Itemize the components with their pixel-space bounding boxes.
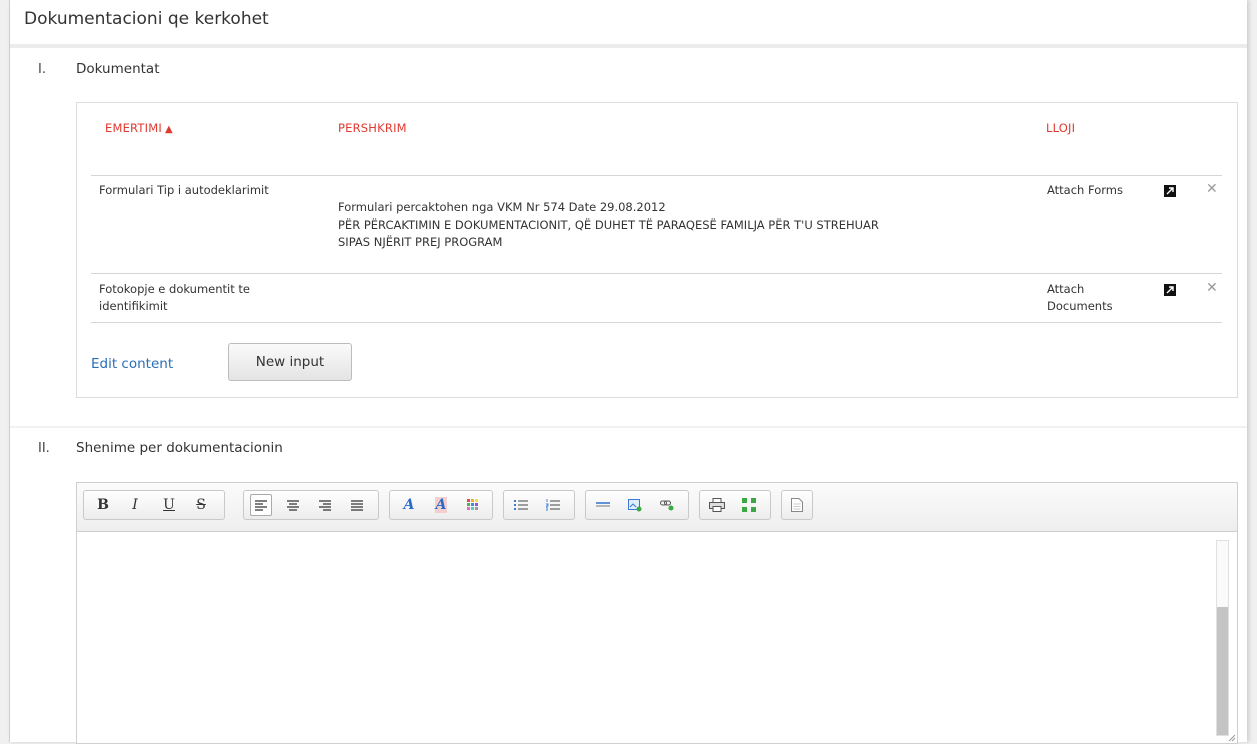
editor-scrollbar-thumb[interactable] (1217, 607, 1228, 735)
bold-icon[interactable]: B (92, 494, 114, 516)
editor-scrollbar[interactable] (1216, 540, 1229, 736)
horizontal-rule-icon[interactable] (592, 494, 614, 516)
section-2-title: Shenime per dokumentacionin (76, 440, 283, 456)
row-1-description: Formulari percaktohen nga VKM Nr 574 Dat… (338, 199, 1028, 252)
italic-icon[interactable]: I (124, 494, 146, 516)
section-1-number: I. (38, 62, 46, 77)
header-description[interactable]: PERSHKRIM (338, 121, 407, 135)
documentation-panel: Dokumentacioni qe kerkohet I. Dokumentat… (9, 0, 1247, 744)
toolbar-group-align (243, 490, 379, 520)
header-name[interactable]: EMERTIMI ▲ (105, 121, 173, 135)
row-1-description-line-2: PËR PËRCAKTIMIN E DOKUMENTACIONIT, QË DU… (338, 217, 879, 232)
editor-toolbar: B I U S A A (77, 483, 1237, 532)
toolbar-group-format: B I U S (83, 490, 225, 520)
align-left-icon[interactable] (250, 494, 272, 516)
fullscreen-icon[interactable] (738, 494, 760, 516)
section-1-title: Dokumentat (76, 61, 160, 77)
open-external-icon[interactable] (1164, 185, 1176, 197)
align-right-icon[interactable] (314, 494, 336, 516)
numbered-list-icon[interactable] (542, 494, 564, 516)
strikethrough-icon[interactable]: S (190, 494, 212, 516)
insert-image-icon[interactable] (624, 494, 646, 516)
font-color-icon[interactable]: A (398, 494, 420, 516)
row-1-type: Attach Forms (1047, 183, 1123, 197)
header-name-label: EMERTIMI (105, 121, 162, 135)
row-divider (91, 322, 1222, 323)
row-divider (91, 175, 1222, 176)
resize-handle-icon[interactable] (1228, 734, 1236, 742)
row-2-name-line-1: Fotokopje e dokumentit te (99, 282, 250, 296)
insert-link-icon[interactable] (656, 494, 678, 516)
row-2-type-line-2: Documents (1047, 299, 1113, 313)
toolbar-group-insert (585, 490, 689, 520)
new-input-button[interactable]: New input (228, 343, 352, 381)
bullet-list-icon[interactable] (510, 494, 532, 516)
toolbar-group-lists (503, 490, 575, 520)
delete-icon[interactable]: ✕ (1206, 182, 1218, 196)
row-divider (91, 273, 1222, 274)
source-document-icon[interactable] (786, 494, 808, 516)
row-1-description-line-1: Formulari percaktohen nga VKM Nr 574 Dat… (338, 200, 666, 214)
row-2-type: Attach Documents (1047, 281, 1113, 315)
delete-icon[interactable]: ✕ (1206, 281, 1218, 295)
header-type[interactable]: LLOJI (1046, 121, 1075, 135)
toolbar-group-tools (699, 490, 771, 520)
rich-text-editor: B I U S A A (76, 482, 1238, 744)
print-icon[interactable] (706, 494, 728, 516)
title-divider (10, 44, 1247, 48)
sort-ascending-icon: ▲ (164, 124, 173, 135)
row-2-name: Fotokopje e dokumentit te identifikimit (99, 281, 250, 315)
editor-content-area[interactable] (77, 532, 1237, 743)
page-title: Dokumentacioni qe kerkohet (24, 9, 269, 29)
section-divider (10, 426, 1247, 428)
toolbar-group-source (781, 490, 813, 520)
section-2-number: II. (38, 441, 50, 456)
align-center-icon[interactable] (282, 494, 304, 516)
row-2-name-line-2: identifikimit (99, 299, 168, 313)
open-external-icon[interactable] (1164, 284, 1176, 296)
row-1-description-line-3: SIPAS NJËRIT PREJ PROGRAM (338, 235, 503, 249)
documents-table: EMERTIMI ▲ PERSHKRIM LLOJI Formulari Tip … (76, 102, 1238, 398)
align-justify-icon[interactable] (346, 494, 368, 516)
row-2-type-line-1: Attach (1047, 282, 1085, 296)
toolbar-group-color: A A (389, 490, 493, 520)
font-background-icon[interactable]: A (430, 494, 452, 516)
edit-content-link[interactable]: Edit content (91, 356, 173, 372)
underline-icon[interactable]: U (158, 494, 180, 516)
row-1-name: Formulari Tip i autodeklarimit (99, 183, 269, 197)
color-palette-icon[interactable] (462, 494, 484, 516)
